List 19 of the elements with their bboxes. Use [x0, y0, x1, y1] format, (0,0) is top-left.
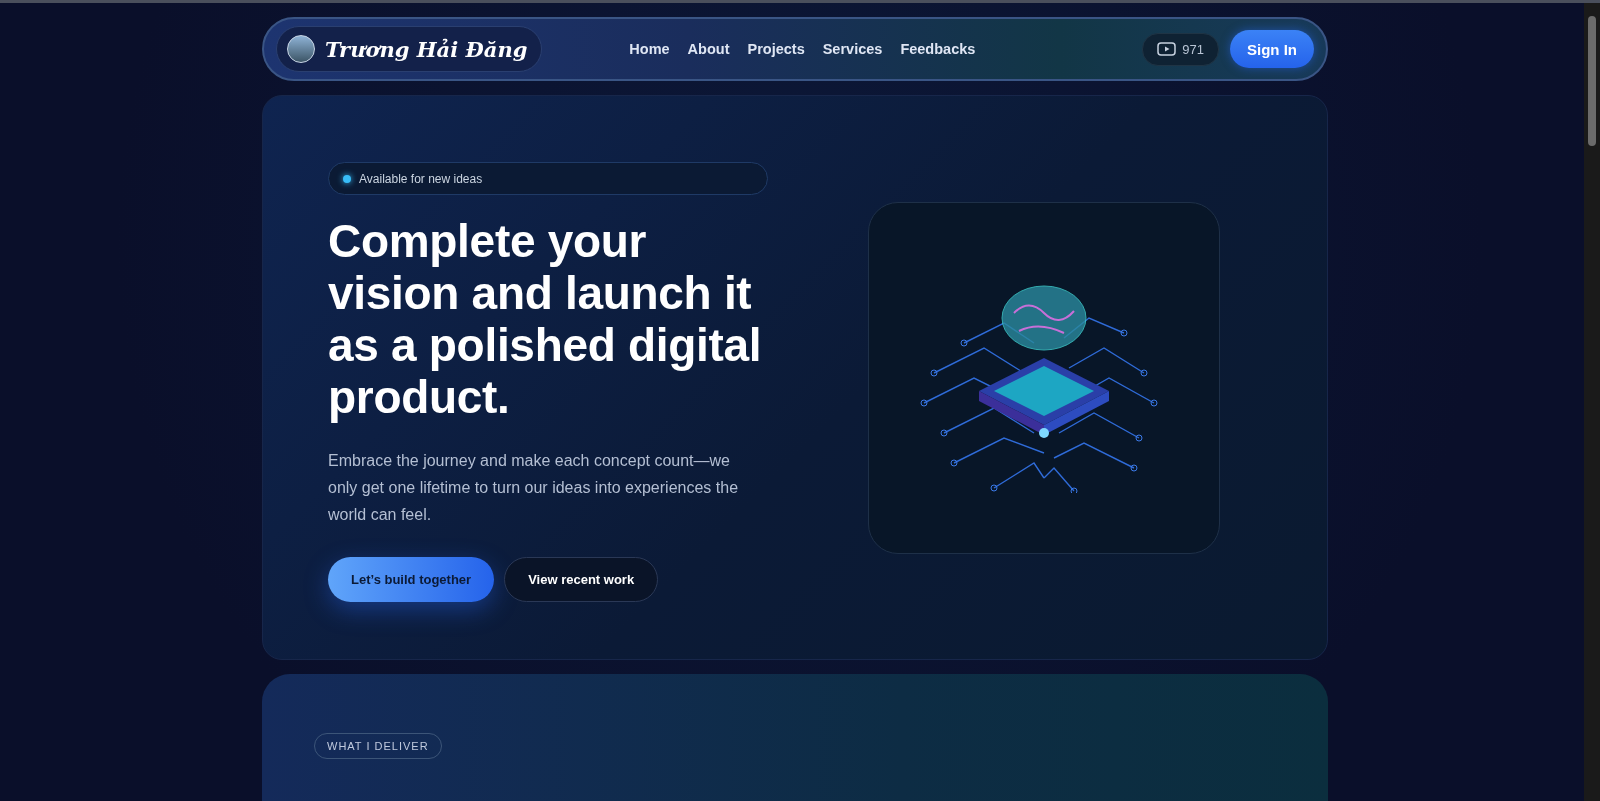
nav-link[interactable]: Home [629, 41, 670, 57]
nav-link[interactable]: Feedbacks [900, 41, 976, 57]
sign-in-button[interactable]: Sign In [1230, 30, 1314, 68]
nav-link[interactable]: Services [822, 41, 883, 57]
play-icon [1157, 42, 1177, 56]
view-count-text: 971 [1182, 41, 1204, 57]
secondary-button[interactable]: View recent work [504, 557, 659, 602]
brand-pill[interactable]: Trương Hải Đăng [276, 26, 543, 72]
primary-button[interactable]: Let’s build together [328, 557, 495, 602]
status-text: Available for new ideas [359, 171, 483, 186]
avatar-icon [287, 35, 315, 63]
hero-heading: Complete your vision and launch it as a polished digital product. [328, 215, 763, 423]
nav-link[interactable]: Projects [747, 41, 805, 57]
status-dot-icon [343, 174, 351, 183]
nav-link[interactable]: About [687, 41, 730, 57]
scrollbar[interactable] [1584, 3, 1600, 801]
hero-description: Embrace the journey and make each concept count—we only get one lifetime to turn our ideas into experiences the world can feel. [328, 451, 740, 525]
brand-name: Trương Hải Đăng [325, 36, 528, 62]
scrollbar-thumb[interactable] [1588, 16, 1596, 146]
